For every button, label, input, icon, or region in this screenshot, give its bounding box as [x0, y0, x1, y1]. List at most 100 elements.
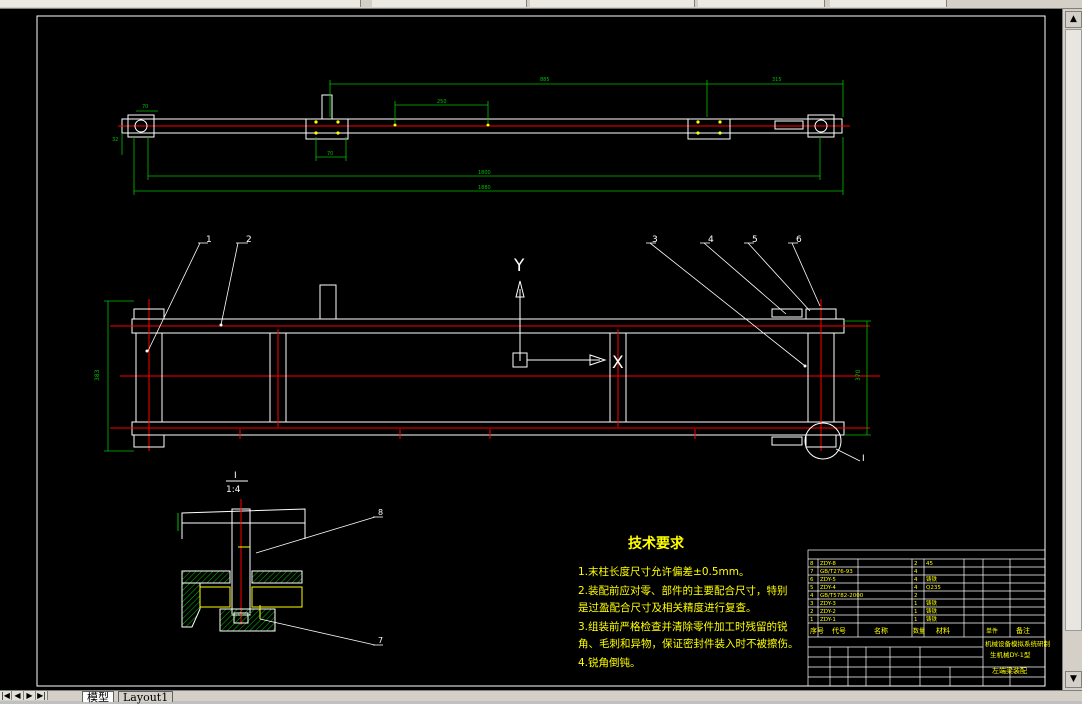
layer-dropdown[interactable]	[372, 0, 527, 7]
row-8-code: ZDY-8	[820, 561, 836, 567]
tech-item-3: 是过盈配合尺寸及相关精度进行复查。	[578, 601, 757, 614]
balloon-1: 1	[206, 235, 212, 245]
top-post	[321, 94, 333, 120]
last-tab-icon[interactable]: ▶|	[36, 691, 48, 700]
row-8-qty: 2	[914, 561, 918, 567]
tab-model[interactable]: 模型	[82, 691, 114, 704]
row-2-mat: 铸铁	[926, 607, 938, 615]
top-view: 885 315 250 70 70 32 1800 1880	[112, 77, 850, 195]
row-3-code: ZDY-3	[820, 601, 836, 607]
row-4-no: 4	[810, 593, 814, 599]
vertical-scrollbar[interactable]: ▲ ▼	[1062, 9, 1082, 690]
row-6-mat: 铸铁	[926, 575, 938, 583]
row-1-no: 1	[810, 617, 814, 623]
first-tab-icon[interactable]: |◀	[0, 691, 12, 700]
tech-title: 技术要求	[628, 535, 685, 552]
dim-370: 370	[855, 369, 862, 381]
dim-1880: 1880	[478, 185, 491, 191]
plotstyle-dropdown[interactable]	[830, 0, 947, 7]
row-2-code: ZDY-2	[820, 609, 836, 615]
toolbar-strip	[0, 0, 1082, 9]
dim-315: 315	[772, 77, 782, 83]
drawing-name: 左端梁装配	[992, 666, 1027, 675]
tech-item-5: 角、毛刺和异物，保证密封件装入时不被擦伤。	[578, 637, 799, 650]
dim-383: 383	[94, 369, 101, 381]
toolbar-segment[interactable]	[0, 0, 361, 7]
header-note: 备注	[1016, 626, 1030, 635]
bolt-bottom	[771, 436, 803, 446]
front-view: Y X 383 370 1 2 3 4 5 6 I	[94, 235, 880, 464]
row-7-code: GB/T276-93	[820, 569, 853, 575]
row-1-code: ZDY-1	[820, 617, 836, 623]
row-1-qty: 1	[914, 617, 918, 623]
row-8-mat: 45	[926, 561, 933, 567]
header-name: 名称	[874, 626, 888, 635]
dim-250: 250	[437, 99, 447, 105]
title-line-1: 机械设备模拟系统研制	[985, 639, 1051, 648]
detail-view-I: I 1:4 8 7	[177, 471, 383, 646]
front-post	[319, 284, 337, 320]
tech-item-2: 2.装配前应对零、部件的主要配合尺寸，特别	[578, 584, 788, 597]
bolt-top	[771, 308, 803, 318]
balloon-2: 2	[246, 235, 252, 245]
top-bolt	[774, 120, 804, 130]
header-mat: 材料	[936, 626, 950, 635]
title-line-2: 生机械DY-1型	[990, 650, 1031, 659]
tech-item-4: 3.组装前严格检查并清除零件加工时残留的锐	[578, 620, 788, 633]
balloon-6: 6	[796, 235, 802, 245]
left-plate	[305, 118, 349, 140]
header-no: 序号	[810, 626, 824, 635]
row-4-qty: 2	[914, 593, 918, 599]
header-code: 代号	[832, 626, 846, 635]
row-5-no: 5	[810, 585, 814, 591]
lineweight-dropdown[interactable]	[698, 0, 825, 7]
balloon-5: 5	[752, 235, 758, 245]
header-qty: 数量	[913, 627, 925, 635]
header-unit-weight: 单件	[986, 627, 998, 635]
row-5-mat: Q235	[926, 585, 941, 591]
prev-tab-icon[interactable]: ◀	[12, 691, 24, 700]
row-2-qty: 1	[914, 609, 918, 615]
dim-32: 32	[112, 137, 118, 143]
parts-list-rows: 8 ZDY-8 2 45 7 GB/T276-93 4 6 ZDY-5 4 铸铁…	[810, 561, 1051, 675]
row-1-mat: 铸铁	[926, 615, 938, 623]
scroll-down-icon[interactable]: ▼	[1065, 671, 1082, 688]
row-5-qty: 4	[914, 585, 918, 591]
tech-item-1: 1.末柱长度尺寸允许偏差±0.5mm。	[578, 565, 749, 578]
balloon-detail-I: I	[862, 454, 865, 464]
row-6-qty: 4	[914, 577, 918, 583]
row-4-code: GB/T5782-2000	[820, 593, 864, 599]
dim-70-bottom: 70	[327, 151, 333, 157]
detail-scale: 1:4	[226, 485, 241, 495]
tab-layout1[interactable]: Layout1	[118, 691, 174, 704]
right-plate	[687, 118, 731, 140]
axis-x-label: X	[612, 353, 624, 373]
scroll-thumb[interactable]	[1065, 29, 1082, 631]
dim-885: 885	[540, 77, 550, 83]
tech-item-6: 4.锐角倒钝。	[578, 656, 641, 669]
balloon-4: 4	[708, 235, 714, 245]
scroll-up-icon[interactable]: ▲	[1065, 11, 1082, 28]
dim-1800: 1800	[478, 170, 491, 176]
detail-balloon-7: 7	[378, 636, 383, 645]
row-3-mat: 铸铁	[926, 599, 938, 607]
row-7-qty: 4	[914, 569, 918, 575]
row-3-qty: 1	[914, 601, 918, 607]
dim-70-top: 70	[142, 104, 148, 110]
detail-balloon-8: 8	[378, 508, 383, 517]
next-tab-icon[interactable]: ▶	[24, 691, 36, 700]
row-6-code: ZDY-5	[820, 577, 836, 583]
layout-tab-bar: |◀ ◀ ▶ ▶| 模型 Layout1	[0, 690, 1082, 704]
cad-drawing: 885 315 250 70 70 32 1800 1880 Y X 383 3…	[36, 15, 1051, 687]
balloon-3: 3	[652, 235, 658, 245]
axis-y-label: Y	[513, 256, 525, 276]
row-6-no: 6	[810, 577, 814, 583]
row-3-no: 3	[810, 601, 814, 607]
technical-requirements: 技术要求 1.末柱长度尺寸允许偏差±0.5mm。 2.装配前应对零、部件的主要配…	[578, 535, 799, 669]
row-8-no: 8	[810, 561, 814, 567]
row-5-code: ZDY-4	[820, 585, 836, 591]
detail-label: I	[234, 471, 237, 481]
row-2-no: 2	[810, 609, 814, 615]
linetype-dropdown[interactable]	[530, 0, 695, 7]
drawing-viewport[interactable]: 885 315 250 70 70 32 1800 1880 Y X 383 3…	[0, 9, 1062, 690]
